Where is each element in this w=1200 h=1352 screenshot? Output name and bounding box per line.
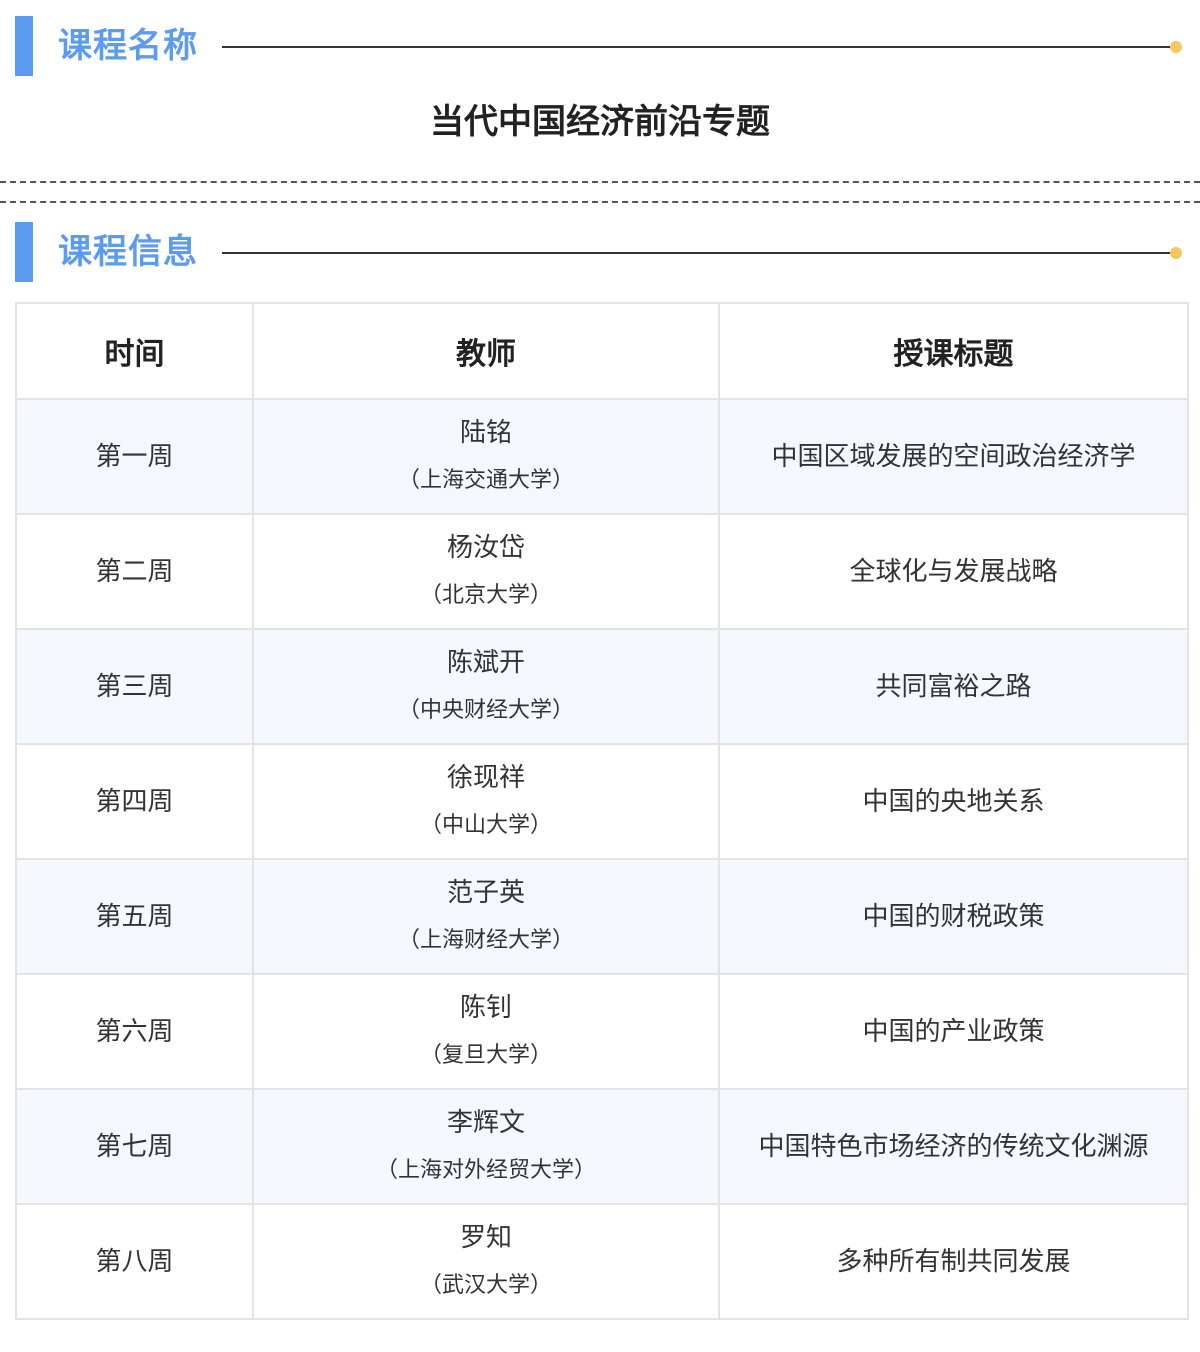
teacher-name: 陈斌开 [446,647,525,678]
teacher-cell: 杨汝岱 （北京大学） [252,513,720,630]
section-accent-bar [15,16,33,76]
column-header-teacher: 教师 [252,302,720,400]
teacher-school: （武汉大学） [419,1272,552,1298]
teacher-cell: 范子英 （上海财经大学） [252,858,720,975]
topic-cell: 中国区域发展的空间政治经济学 [718,398,1189,515]
week-cell: 第三周 [15,628,254,745]
topic-cell: 中国的产业政策 [718,973,1189,1090]
week-cell: 第八周 [15,1203,254,1320]
heading-rule-dot [1170,41,1182,53]
teacher-school: （北京大学） [419,582,552,608]
teacher-school: （中山大学） [419,812,552,838]
teacher-cell: 陈钊 （复旦大学） [252,973,720,1090]
teacher-school: （上海财经大学） [397,927,574,953]
table-row: 第三周 陈斌开 （中央财经大学） 共同富裕之路 [15,628,1189,745]
teacher-cell: 徐现祥 （中山大学） [252,743,720,860]
teacher-name: 徐现祥 [446,762,525,793]
topic-cell: 中国特色市场经济的传统文化渊源 [718,1088,1189,1205]
teacher-school: （复旦大学） [419,1042,552,1068]
topic-cell: 多种所有制共同发展 [718,1203,1189,1320]
teacher-name: 陈钊 [459,992,512,1023]
week-cell: 第四周 [15,743,254,860]
table-row: 第八周 罗知 （武汉大学） 多种所有制共同发展 [15,1203,1189,1320]
teacher-name: 罗知 [459,1222,512,1253]
heading-rule [222,46,1172,48]
topic-cell: 中国的央地关系 [718,743,1189,860]
teacher-cell: 陆铭 （上海交通大学） [252,398,720,515]
week-cell: 第一周 [15,398,254,515]
section-accent-bar [15,222,33,282]
topic-cell: 全球化与发展战略 [718,513,1189,630]
table-row: 第二周 杨汝岱 （北京大学） 全球化与发展战略 [15,513,1189,630]
table-row: 第五周 范子英 （上海财经大学） 中国的财税政策 [15,858,1189,975]
teacher-school: （上海对外经贸大学） [375,1157,596,1183]
course-title: 当代中国经济前沿专题 [430,102,770,142]
week-cell: 第二周 [15,513,254,630]
course-info-heading: 课程信息 [58,232,198,272]
heading-rule-dot [1170,247,1182,259]
teacher-name: 李辉文 [446,1107,525,1138]
column-header-topic: 授课标题 [718,302,1189,400]
teacher-name: 范子英 [446,877,525,908]
course-name-heading: 课程名称 [58,26,198,66]
heading-rule [222,252,1172,254]
teacher-name: 杨汝岱 [446,532,525,563]
week-cell: 第七周 [15,1088,254,1205]
week-cell: 第六周 [15,973,254,1090]
teacher-cell: 陈斌开 （中央财经大学） [252,628,720,745]
table-row: 第一周 陆铭 （上海交通大学） 中国区域发展的空间政治经济学 [15,398,1189,515]
topic-cell: 中国的财税政策 [718,858,1189,975]
table-row: 第七周 李辉文 （上海对外经贸大学） 中国特色市场经济的传统文化渊源 [15,1088,1189,1205]
column-header-time: 时间 [15,302,254,400]
course-info-header: 课程信息 [0,222,1200,282]
table-header-row: 时间 教师 授课标题 [15,302,1189,400]
teacher-school: （上海交通大学） [397,467,574,493]
dashed-divider-top [0,181,1200,183]
week-cell: 第五周 [15,858,254,975]
dashed-divider-bottom [0,201,1200,203]
teacher-name: 陆铭 [459,417,512,448]
course-name-header: 课程名称 [0,16,1200,76]
table-row: 第四周 徐现祥 （中山大学） 中国的央地关系 [15,743,1189,860]
teacher-cell: 李辉文 （上海对外经贸大学） [252,1088,720,1205]
schedule-table: 时间 教师 授课标题 第一周 陆铭 （上海交通大学） 中国区域发展的空间政治经济学… [15,302,1189,1320]
topic-cell: 共同富裕之路 [718,628,1189,745]
teacher-cell: 罗知 （武汉大学） [252,1203,720,1320]
table-row: 第六周 陈钊 （复旦大学） 中国的产业政策 [15,973,1189,1090]
teacher-school: （中央财经大学） [397,697,574,723]
